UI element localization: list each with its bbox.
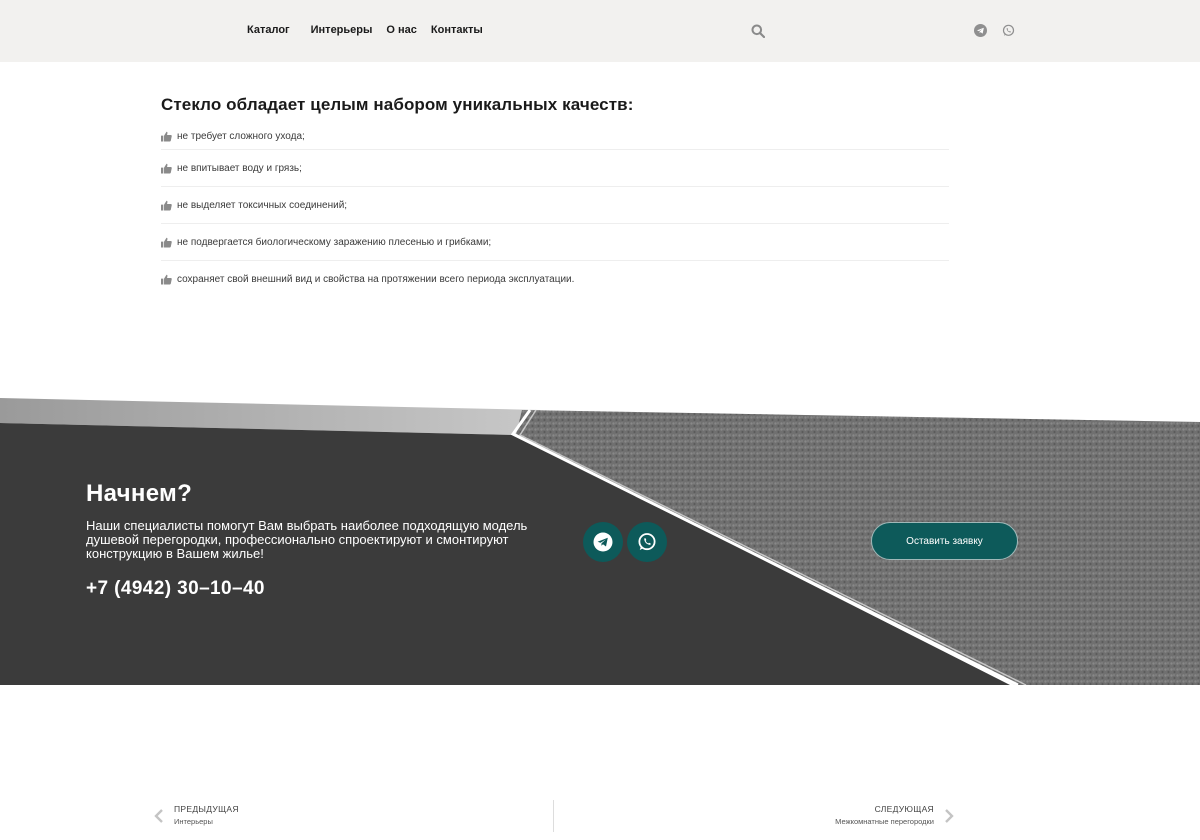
- submit-request-button[interactable]: Оставить заявку: [871, 522, 1018, 560]
- list-item-text: не выделяет токсичных соединений;: [177, 199, 348, 211]
- postnav-divider: [553, 800, 554, 832]
- thumbs-up-icon: [161, 237, 172, 248]
- list-item: не подвергается биологическому заражению…: [161, 224, 949, 261]
- prev-label: ПРЕДЫДУЩАЯ: [174, 804, 239, 814]
- glass-qualities-section: Стекло обладает целым набором уникальных…: [161, 95, 949, 298]
- nav-item-catalog[interactable]: Каталог: [247, 24, 290, 36]
- main-nav: Каталог Интерьеры О нас Контакты: [247, 24, 483, 36]
- list-item-text: не подвергается биологическому заражению…: [177, 236, 492, 248]
- next-label: СЛЕДУЮЩАЯ: [874, 804, 934, 814]
- list-item-text: не впитывает воду и грязь;: [177, 162, 302, 174]
- cta-banner: Начнем? Наши специалисты помогут Вам выб…: [0, 398, 1200, 685]
- thumbs-up-icon: [161, 200, 172, 211]
- telegram-icon: [593, 532, 613, 552]
- thumbs-up-icon: [161, 274, 172, 285]
- cta-title: Начнем?: [86, 480, 193, 507]
- list-item: не впитывает воду и грязь;: [161, 150, 949, 187]
- whatsapp-button[interactable]: [627, 522, 667, 562]
- whatsapp-icon[interactable]: [1002, 24, 1015, 37]
- telegram-button[interactable]: [583, 522, 623, 562]
- list-item-text: не требует сложного ухода;: [177, 131, 305, 142]
- thumbs-up-icon: [161, 131, 172, 142]
- chevron-right-icon: [945, 809, 954, 823]
- list-item: не требует сложного ухода;: [161, 131, 949, 150]
- section-heading: Стекло обладает целым набором уникальных…: [161, 95, 634, 114]
- telegram-icon[interactable]: [974, 24, 987, 37]
- chevron-left-icon: [154, 809, 163, 823]
- list-item: сохраняет свой внешний вид и свойства на…: [161, 261, 949, 298]
- next-post-link[interactable]: СЛЕДУЮЩАЯ Межкомнатные перегородки: [755, 804, 955, 828]
- next-title: Межкомнатные перегородки: [835, 817, 934, 826]
- cta-description: Наши специалисты помогут Вам выбрать наи…: [86, 518, 528, 561]
- nav-item-about[interactable]: О нас: [386, 24, 417, 36]
- list-item-text: сохраняет свой внешний вид и свойства на…: [177, 274, 575, 285]
- nav-item-contacts[interactable]: Контакты: [431, 24, 483, 36]
- cta-phone[interactable]: +7 (4942) 30–10–40: [86, 578, 265, 600]
- post-navigation: ПРЕДЫДУЩАЯ Интерьеры СЛЕДУЮЩАЯ Межкомнат…: [153, 800, 955, 832]
- list-item: не выделяет токсичных соединений;: [161, 187, 949, 224]
- prev-title: Интерьеры: [174, 817, 213, 826]
- search-icon[interactable]: [751, 24, 765, 38]
- whatsapp-icon: [638, 533, 656, 551]
- site-header: Каталог Интерьеры О нас Контакты: [0, 0, 1200, 62]
- nav-item-interiors[interactable]: Интерьеры: [311, 24, 373, 36]
- qualities-list: не требует сложного ухода; не впитывает …: [161, 131, 949, 298]
- thumbs-up-icon: [161, 163, 172, 174]
